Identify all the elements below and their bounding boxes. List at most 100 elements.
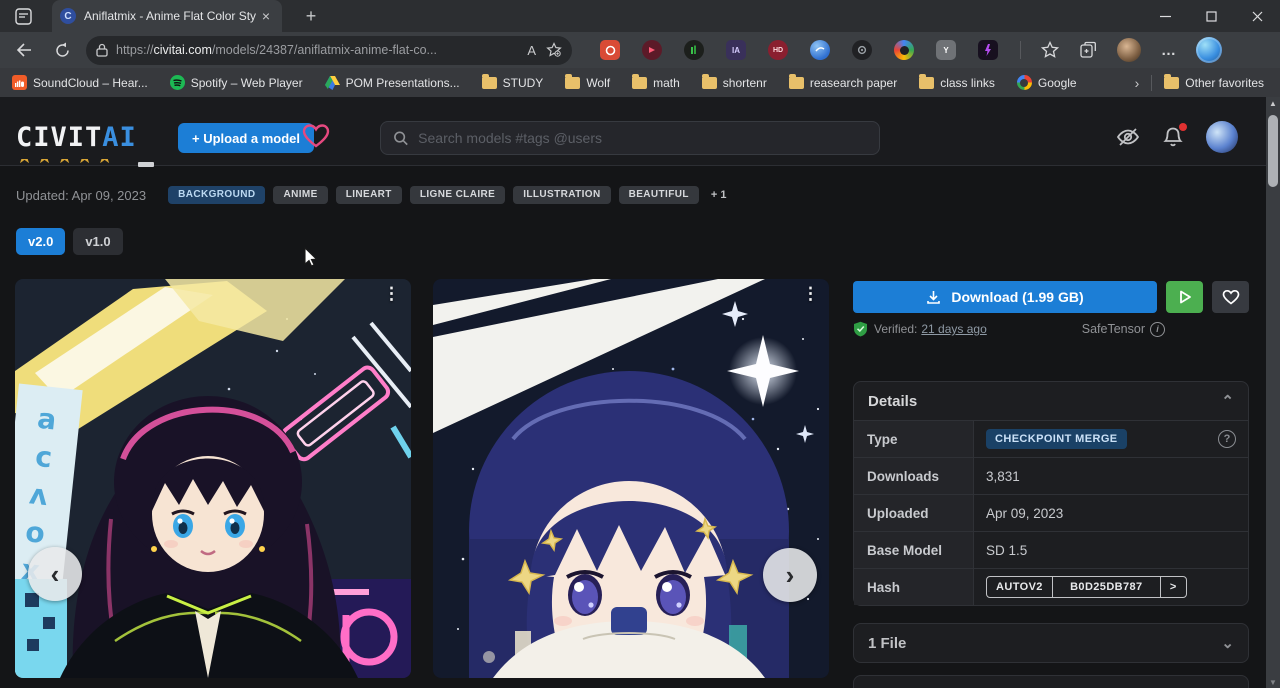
tag-chip[interactable]: BEAUTIFUL [619,186,699,204]
read-aloud-icon[interactable]: A [527,43,536,58]
help-icon[interactable]: ? [1218,430,1236,448]
folder-icon [789,77,804,89]
detail-label: Uploaded [854,495,974,531]
bookmark-item[interactable]: Spotify – Web Player [170,75,303,90]
page-scrollbar[interactable]: ▲ ▼ [1266,97,1280,688]
bookmark-item[interactable]: math [632,76,680,90]
more-tags-button[interactable]: + 1 [711,189,727,201]
bookmark-item[interactable]: POM Presentations... [325,76,460,90]
detail-value: 3,831 [974,458,1248,494]
extension-icon[interactable]: Y [936,40,956,60]
extension-icon[interactable] [642,40,662,60]
folder-icon [632,77,647,89]
svg-text:o: o [24,515,47,550]
tab-close-icon[interactable]: × [258,8,274,24]
bookmark-label: Other favorites [1185,76,1264,90]
new-tab-button[interactable]: + [298,6,324,27]
header-heart-icon[interactable] [302,123,330,149]
scrollbar-up-arrow[interactable]: ▲ [1266,99,1280,108]
download-button[interactable]: Download (1.99 GB) [853,281,1157,313]
verified-time-link[interactable]: 21 days ago [921,322,986,336]
extension-icon[interactable]: IA [726,40,746,60]
bookmark-item-other-favorites[interactable]: Other favorites [1164,76,1264,90]
extension-icon[interactable]: HD [768,40,788,60]
file-format-label: SafeTensor [1082,322,1145,336]
detail-value: SD 1.5 [974,532,1248,568]
bookmark-item[interactable]: class links [919,76,995,90]
hide-content-eye-icon[interactable] [1116,126,1140,148]
type-badge[interactable]: CHECKPOINT MERGE [986,429,1127,449]
tag-chip[interactable]: ANIME [273,186,327,204]
gallery-image-2[interactable] [433,279,829,678]
notifications-button[interactable] [1162,126,1184,149]
folder-icon [919,77,934,89]
folder-icon [1164,77,1179,89]
carousel-prev-button[interactable]: ‹ [28,547,82,601]
version-chip[interactable]: v1.0 [73,228,122,255]
bookmark-item[interactable]: SoundCloud – Hear... [12,75,148,90]
hash-expand-icon[interactable]: > [1160,577,1186,597]
files-panel[interactable]: 1 File ⌄ [853,623,1249,663]
tab-actions-menu-icon[interactable] [8,4,38,28]
upload-model-button[interactable]: + Upload a model [178,123,314,153]
refresh-button[interactable] [48,36,76,64]
version-chip-selected[interactable]: v2.0 [16,228,65,255]
minimize-button[interactable] [1142,0,1188,32]
add-favorite-star-icon[interactable] [546,42,562,58]
verified-label: Verified: [874,322,917,336]
gallery-image-1[interactable]: acʌox [15,279,411,678]
extension-icon[interactable] [852,40,872,60]
tag-chip[interactable]: BACKGROUND [168,186,265,204]
bookmark-label: shortenr [723,76,767,90]
more-menu-icon[interactable]: … [1161,42,1176,59]
favorite-model-button[interactable] [1212,281,1249,313]
file-format: SafeTensor i [1082,322,1165,337]
bookmark-item[interactable]: Wolf [565,76,610,90]
search-box[interactable] [380,121,880,155]
tag-chip[interactable]: ILLUSTRATION [513,186,610,204]
bookmark-item[interactable]: shortenr [702,76,767,90]
details-panel-header[interactable]: Details ⌃ [854,382,1248,420]
model-meta-row: Updated: Apr 09, 2023 BACKGROUND ANIME L… [16,186,726,204]
extension-icon[interactable] [600,40,620,60]
collapse-chevron-icon[interactable]: ⌃ [1221,392,1234,410]
close-window-button[interactable] [1234,0,1280,32]
bookmark-item[interactable]: Google [1017,75,1077,90]
extension-icon[interactable] [684,40,704,60]
info-icon[interactable]: i [1150,322,1165,337]
user-avatar[interactable] [1206,121,1238,153]
extension-icon[interactable] [810,40,830,60]
collections-icon[interactable] [1079,41,1097,59]
back-button[interactable] [10,36,38,64]
expand-chevron-icon[interactable]: ⌄ [1221,634,1234,652]
detail-label: Base Model [854,532,974,568]
star-icons[interactable]: ★★★★★ [16,159,116,169]
scrollbar-thumb[interactable] [1268,115,1278,187]
favorites-star-icon[interactable] [1041,41,1059,59]
tag-chip[interactable]: LIGNE CLAIRE [410,186,505,204]
reviews-panel-partial[interactable] [853,675,1249,688]
maximize-button[interactable] [1188,0,1234,32]
hash-badge-group[interactable]: AUTOV2 B0D25DB787 > [986,576,1187,598]
rating-count-fragment [138,162,154,167]
profile-avatar[interactable] [1117,38,1141,62]
bookmarks-overflow-icon[interactable]: › [1135,75,1140,91]
folder-icon [482,77,497,89]
mouse-cursor [301,247,321,267]
url-bar[interactable]: https://civitai.com/models/24387/aniflat… [86,36,572,65]
bookmark-item[interactable]: reasearch paper [789,76,897,90]
scrollbar-down-arrow[interactable]: ▼ [1266,678,1280,687]
run-model-button[interactable] [1166,281,1203,313]
rating-stars-clipped: ★★★★★ [16,159,166,172]
tag-chip[interactable]: LINEART [336,186,402,204]
carousel-next-button[interactable]: › [763,548,817,602]
extension-icon[interactable] [894,40,914,60]
edge-copilot-icon[interactable] [1196,37,1222,63]
extension-icon[interactable] [978,40,998,60]
svg-text:c: c [34,440,54,475]
bookmark-item[interactable]: STUDY [482,76,544,90]
updated-date: Updated: Apr 09, 2023 [16,188,146,203]
search-input[interactable] [418,130,867,146]
civitai-logo[interactable]: CIVITAI [16,122,137,153]
browser-tab-active[interactable]: C Aniflatmix - Anime Flat Color Sty × [52,0,282,32]
